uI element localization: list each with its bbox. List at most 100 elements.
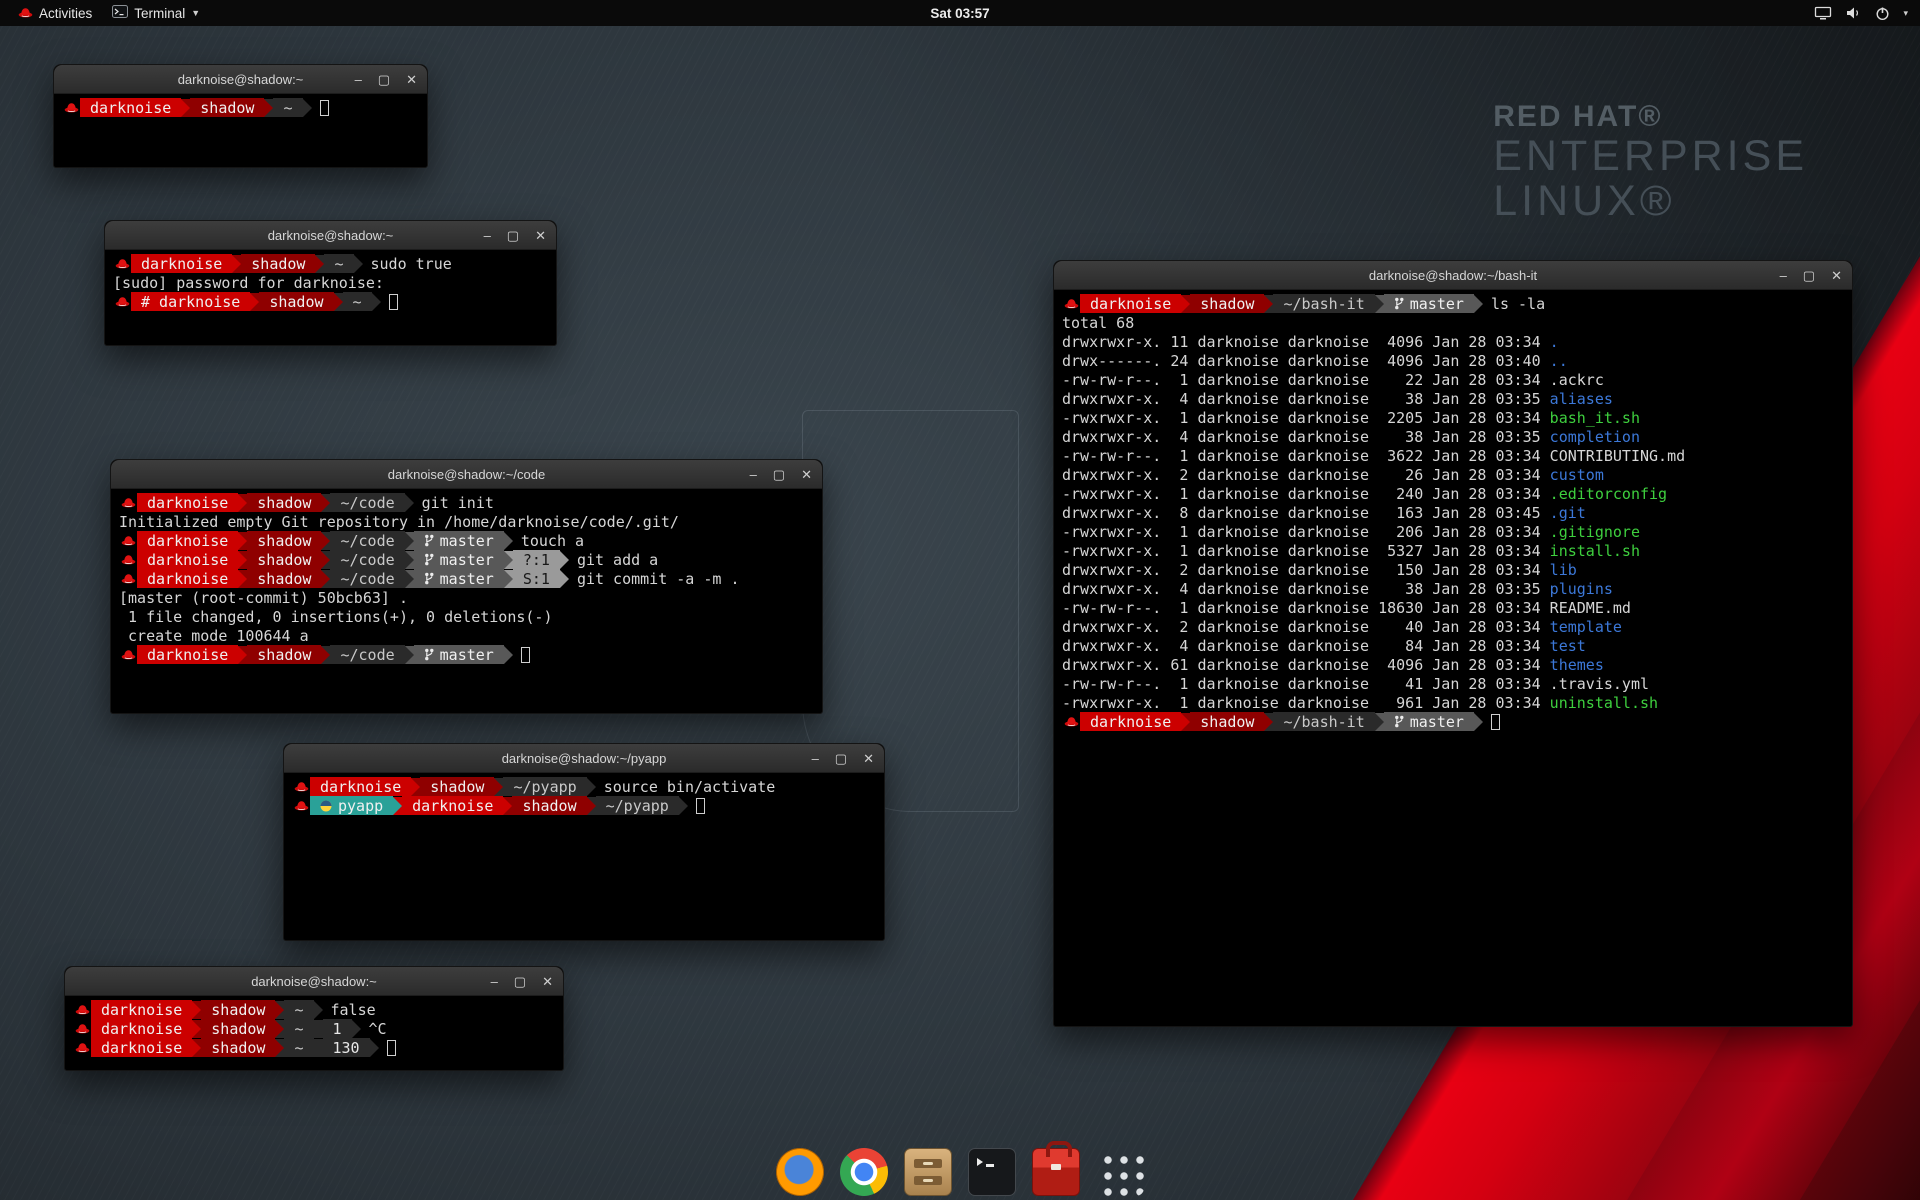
powerline-arrow-icon — [275, 1039, 284, 1057]
terminal-line: drwxrwxr-x. 2 darknoise darknoise 150 Ja… — [1062, 560, 1844, 579]
dock-files-icon[interactable] — [904, 1148, 952, 1196]
terminal-content[interactable]: darknoiseshadow~sudo true[sudo] password… — [105, 249, 556, 345]
window-title: darknoise@shadow:~/code — [388, 467, 545, 482]
app-menu-terminal[interactable]: Terminal ▼ — [102, 0, 210, 26]
minimize-button[interactable]: – — [491, 975, 498, 988]
powerline-arrow-icon — [503, 797, 512, 815]
prompt-segment-stat: ?:1 — [513, 550, 560, 569]
prompt-segment-py: pyapp — [310, 796, 393, 815]
powerline-arrow-icon — [315, 255, 324, 273]
powerline-arrow-icon — [303, 99, 312, 117]
close-button[interactable]: ✕ — [863, 752, 874, 765]
prompt-segment-user: darknoise — [91, 1019, 192, 1038]
output-text: drwx------. 24 darknoise darknoise 4096 … — [1062, 352, 1550, 370]
terminal-line: -rw-rw-r--. 1 darknoise darknoise 3622 J… — [1062, 446, 1844, 465]
prompt-segment-user: darknoise — [80, 98, 181, 117]
window-titlebar[interactable]: darknoise@shadow:~ – ▢ ✕ — [105, 221, 556, 250]
terminal-line: darknoiseshadow~/bash-itmaster — [1062, 712, 1844, 731]
terminal-window-code[interactable]: darknoise@shadow:~/code – ▢ ✕ darknoise shado… — [110, 459, 823, 714]
terminal-window-home-top[interactable]: darknoise@shadow:~–▢✕darknoiseshadow~ — [53, 64, 428, 168]
maximize-button[interactable]: ▢ — [1803, 269, 1815, 282]
output-text: drwxrwxr-x. 8 darknoise darknoise 163 Ja… — [1062, 504, 1550, 522]
powerline-arrow-icon — [405, 570, 414, 588]
prompt-segment-path: ~/code — [330, 569, 404, 588]
output-text: -rwxrwxr-x. 1 darknoise darknoise 5327 J… — [1062, 542, 1550, 560]
terminal-content[interactable]: darknoiseshadow~/pyappsource bin/activat… — [284, 772, 884, 940]
ls-filename: bash_it.sh — [1550, 409, 1640, 427]
prompt-segment-host: shadow — [247, 493, 321, 512]
terminal-window-bash-it[interactable]: darknoise@shadow:~/bash-it–▢✕darknoisesh… — [1053, 260, 1853, 1027]
window-titlebar[interactable]: darknoise@shadow:~/pyapp–▢✕ — [284, 744, 884, 773]
close-button[interactable]: ✕ — [535, 229, 546, 242]
prompt-chevron-icon — [977, 1158, 983, 1166]
command-text: git add a — [577, 551, 658, 569]
terminal-cursor — [696, 798, 705, 814]
window-titlebar[interactable]: darknoise@shadow:~/bash-it–▢✕ — [1054, 261, 1852, 290]
maximize-button[interactable]: ▢ — [514, 975, 526, 988]
powerline-arrow-icon — [321, 494, 330, 512]
ls-filename: custom — [1550, 466, 1604, 484]
dock-terminal-icon[interactable] — [968, 1148, 1016, 1196]
terminal-content[interactable]: darknoiseshadow~ — [54, 93, 427, 167]
powerline-arrow-icon — [1264, 295, 1273, 313]
terminal-content[interactable]: darknoiseshadow~/codegit initInitialized… — [111, 488, 822, 713]
clock[interactable]: Sat 03:57 — [930, 6, 989, 21]
activities-button[interactable]: Activities — [8, 0, 102, 26]
minimize-button[interactable]: – — [750, 468, 757, 481]
terminal-window-home-bottom[interactable]: darknoise@shadow:~–▢✕darknoiseshadow~fal… — [64, 966, 564, 1071]
redhat-icon — [119, 550, 137, 569]
app-menu-label: Terminal — [134, 6, 185, 21]
command-text: sudo true — [371, 255, 452, 273]
window-title: darknoise@shadow:~ — [268, 228, 394, 243]
powerline-arrow-icon — [1181, 713, 1190, 731]
minimize-button[interactable]: – — [355, 73, 362, 86]
prompt-segment-path: ~ — [343, 292, 372, 311]
dock-toolbox-icon[interactable] — [1032, 1148, 1080, 1196]
toolbox-handle — [1046, 1141, 1072, 1157]
terminal-line: darknoiseshadow~1^C — [73, 1019, 555, 1038]
prompt-segment-git: master — [1384, 294, 1474, 313]
window-titlebar[interactable]: darknoise@shadow:~/code – ▢ ✕ — [111, 460, 822, 489]
window-titlebar[interactable]: darknoise@shadow:~–▢✕ — [65, 967, 563, 996]
maximize-button[interactable]: ▢ — [835, 752, 847, 765]
close-button[interactable]: ✕ — [1831, 269, 1842, 282]
close-button[interactable]: ✕ — [406, 73, 417, 86]
display-icon[interactable] — [1814, 6, 1832, 20]
terminal-line: drwxrwxr-x. 61 darknoise darknoise 4096 … — [1062, 655, 1844, 674]
redhat-icon — [119, 569, 137, 588]
prompt-segment-host: shadow — [1190, 294, 1264, 313]
close-button[interactable]: ✕ — [801, 468, 812, 481]
dock-app-grid-icon[interactable] — [1096, 1148, 1144, 1196]
prompt-segment-user: darknoise — [402, 796, 503, 815]
maximize-button[interactable]: ▢ — [773, 468, 785, 481]
output-text: -rw-rw-r--. 1 darknoise darknoise 41 Jan… — [1062, 675, 1550, 693]
git-branch-icon — [1394, 297, 1404, 310]
minimize-button[interactable]: – — [484, 229, 491, 242]
desktop: RED HAT® ENTERPRISE LINUX® Activities Te… — [0, 0, 1920, 1200]
redhat-icon — [73, 1000, 91, 1019]
prompt-segment-path: ~ — [324, 254, 353, 273]
terminal-cursor — [521, 647, 530, 663]
close-button[interactable]: ✕ — [542, 975, 553, 988]
terminal-line: drwxrwxr-x. 4 darknoise darknoise 38 Jan… — [1062, 427, 1844, 446]
terminal-window-sudo[interactable]: darknoise@shadow:~–▢✕darknoiseshadow~sud… — [104, 220, 557, 346]
redhat-icon — [62, 98, 80, 117]
terminal-content[interactable]: darknoiseshadow~/bash-itmasterls -latota… — [1054, 289, 1852, 1026]
powerline-arrow-icon — [1375, 713, 1384, 731]
window-titlebar[interactable]: darknoise@shadow:~–▢✕ — [54, 65, 427, 94]
dock-firefox-icon[interactable] — [776, 1148, 824, 1196]
terminal-line: # darknoiseshadow~ — [113, 292, 548, 311]
maximize-button[interactable]: ▢ — [378, 73, 390, 86]
minimize-button[interactable]: – — [812, 752, 819, 765]
chevron-down-icon[interactable]: ▾ — [1903, 8, 1908, 19]
powerline-arrow-icon — [250, 293, 259, 311]
maximize-button[interactable]: ▢ — [507, 229, 519, 242]
minimize-button[interactable]: – — [1780, 269, 1787, 282]
terminal-window-pyapp[interactable]: darknoise@shadow:~/pyapp–▢✕darknoiseshad… — [283, 743, 885, 941]
prompt-segment-user: darknoise — [137, 569, 238, 588]
terminal-content[interactable]: darknoiseshadow~falsedarknoiseshadow~1^C… — [65, 995, 563, 1070]
volume-icon[interactable] — [1845, 6, 1862, 20]
power-icon[interactable] — [1875, 6, 1890, 21]
dock-chrome-icon[interactable] — [840, 1148, 888, 1196]
redhat-icon — [1062, 712, 1080, 731]
